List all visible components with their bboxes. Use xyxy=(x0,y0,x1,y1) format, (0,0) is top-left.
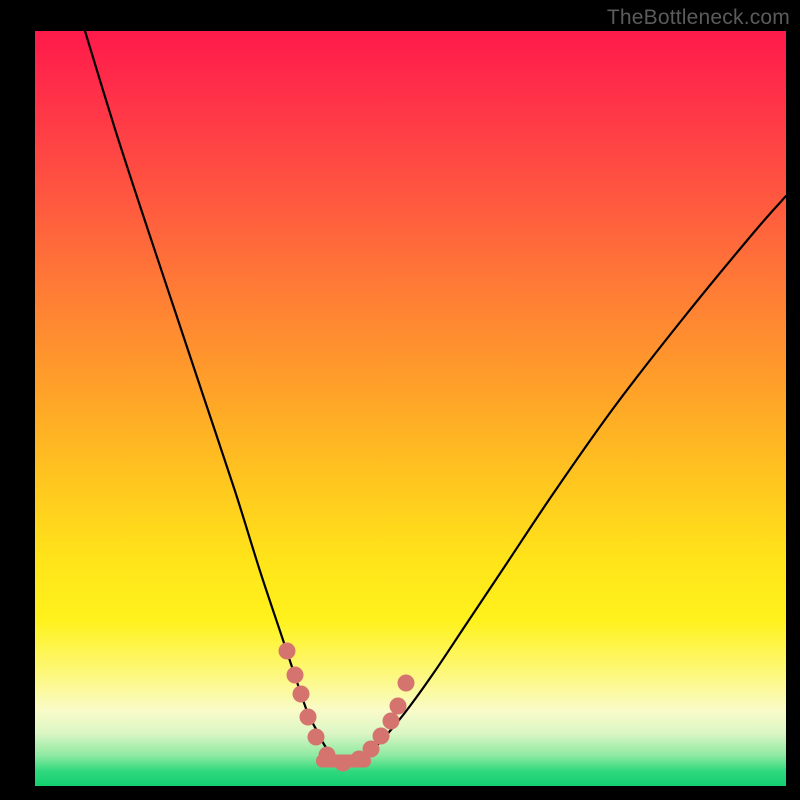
curve-marker xyxy=(335,755,352,772)
plot-area xyxy=(35,31,786,786)
bottleneck-curve xyxy=(85,31,786,764)
curve-marker xyxy=(293,686,310,703)
curve-marker xyxy=(398,675,415,692)
curve-marker xyxy=(390,698,407,715)
curve-marker xyxy=(287,667,304,684)
chart-frame: TheBottleneck.com xyxy=(0,0,800,800)
curve-marker xyxy=(308,729,325,746)
curve-marker xyxy=(373,728,390,745)
curve-marker xyxy=(300,709,317,726)
curve-marker xyxy=(279,643,296,660)
curve-markers xyxy=(279,643,415,772)
chart-svg xyxy=(35,31,786,786)
curve-marker xyxy=(383,713,400,730)
curve-marker xyxy=(319,747,336,764)
watermark-text: TheBottleneck.com xyxy=(607,6,790,30)
